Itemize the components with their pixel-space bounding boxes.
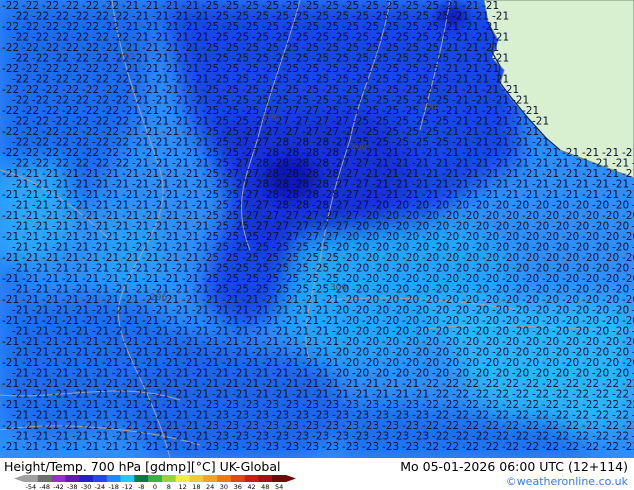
credit-link[interactable]: ©weatheronline.co.uk (506, 475, 628, 488)
temperature-label: -21 (62, 441, 79, 453)
scale-swatch (148, 475, 163, 482)
scale-label: 24 (206, 483, 214, 490)
temperature-label: -21 (182, 441, 199, 453)
scale-swatch (120, 475, 135, 482)
temperature-label: -22 (542, 441, 559, 453)
temperature-label: -23 (302, 441, 319, 453)
temperature-label: -23 (262, 441, 279, 453)
temperature-label: -22 (622, 441, 634, 453)
temperature-label: -22 (442, 441, 459, 453)
scale-swatch (217, 475, 232, 482)
temperature-label: -23 (342, 441, 359, 453)
contour-label: 300 (350, 143, 367, 153)
temperature-label: -22 (602, 441, 619, 453)
map-title: Height/Temp. 700 hPa [gdmp][°C] UK-Globa… (4, 459, 281, 474)
scale-swatch (258, 475, 273, 482)
scale-label: -18 (108, 483, 119, 490)
temperature-label: -21 (142, 441, 159, 453)
forecast-map: -22 -22 -22 -22 -22 -22 -21 -21 -21 -21 -25 -25 -25-… (0, 0, 634, 458)
temperature-label: -22 (582, 441, 599, 453)
temperature-label: -23 (242, 441, 259, 453)
scale-label: 30 (220, 483, 228, 490)
temperature-label: -21 (2, 441, 19, 453)
scale-swatch (65, 475, 80, 482)
temperature-label: -22 (482, 441, 499, 453)
scale-swatch (79, 475, 94, 482)
temperature-label: -22 (562, 441, 579, 453)
scale-label: -8 (138, 483, 144, 490)
scale-swatch (244, 475, 259, 482)
temperature-label: -21 (162, 441, 179, 453)
map-canvas: -22 -22 -22 -22 -22 -22 -21 -21 -21 -21 -25 -25 -25-… (0, 0, 634, 458)
scale-label: -24 (95, 483, 106, 490)
scale-swatch (230, 475, 245, 482)
temperature-label: -23 (282, 441, 299, 453)
scale-label: 48 (261, 483, 269, 490)
scale-swatch (203, 475, 218, 482)
scale-label: -54 (26, 483, 37, 490)
temperature-label: -23 (402, 441, 419, 453)
temperature-label: -22 (502, 441, 519, 453)
contour-label: 304 (420, 103, 437, 113)
scale-label: -38 (67, 483, 78, 490)
temperature-label: -23 (322, 441, 339, 453)
scale-label: 12 (178, 483, 186, 490)
temperature-label: -22 (422, 441, 439, 453)
scale-swatch (37, 475, 52, 482)
scale-label: 36 (234, 483, 242, 490)
contour-label: 296 (150, 293, 167, 303)
contour-label: 292 (118, 53, 135, 63)
scale-swatch (134, 475, 149, 482)
contour-label: 300 (330, 283, 347, 293)
scale-label: 0 (153, 483, 157, 490)
temperature-label: -23 (202, 441, 219, 453)
scale-swatch (272, 475, 287, 482)
temperature-label: -22 (462, 441, 479, 453)
color-scale: -54 -48 -42 -38 -30 -24 -18 -12 -8 0 8 12 18 24 30 36 42… (14, 475, 296, 490)
temperature-label: -21 (82, 441, 99, 453)
scale-swatch (92, 475, 108, 482)
scale-label: 42 (247, 483, 255, 490)
scale-label: 18 (192, 483, 200, 490)
temperature-label: -21 (102, 441, 119, 453)
scale-label: 54 (275, 483, 283, 490)
temperature-label: -23 (382, 441, 399, 453)
temperature-label: -22 (522, 441, 539, 453)
scale-arrow-right (286, 475, 296, 482)
scale-arrow-left (14, 475, 24, 482)
scale-label: 8 (167, 483, 171, 490)
scale-swatch (161, 475, 176, 482)
scale-label: -12 (122, 483, 133, 490)
temperature-label: -21 (42, 441, 59, 453)
scale-swatch (106, 475, 121, 482)
scale-swatch (189, 475, 204, 482)
valid-time: Mo 05-01-2026 06:00 UTC (12+114) (400, 459, 628, 474)
temperature-label: -21 (22, 441, 39, 453)
temperature-label: -23 (362, 441, 379, 453)
temperature-label: -23 (222, 441, 239, 453)
scale-label: -48 (39, 483, 50, 490)
map-footer: Height/Temp. 700 hPa [gdmp][°C] UK-Globa… (0, 458, 634, 490)
contour-label: 296 (262, 113, 279, 123)
scale-swatch (24, 475, 39, 482)
temperature-label: -21 (122, 441, 139, 453)
scale-label: -30 (81, 483, 92, 490)
scale-swatch (175, 475, 190, 482)
scale-label: -42 (53, 483, 64, 490)
scale-swatch (51, 475, 66, 482)
